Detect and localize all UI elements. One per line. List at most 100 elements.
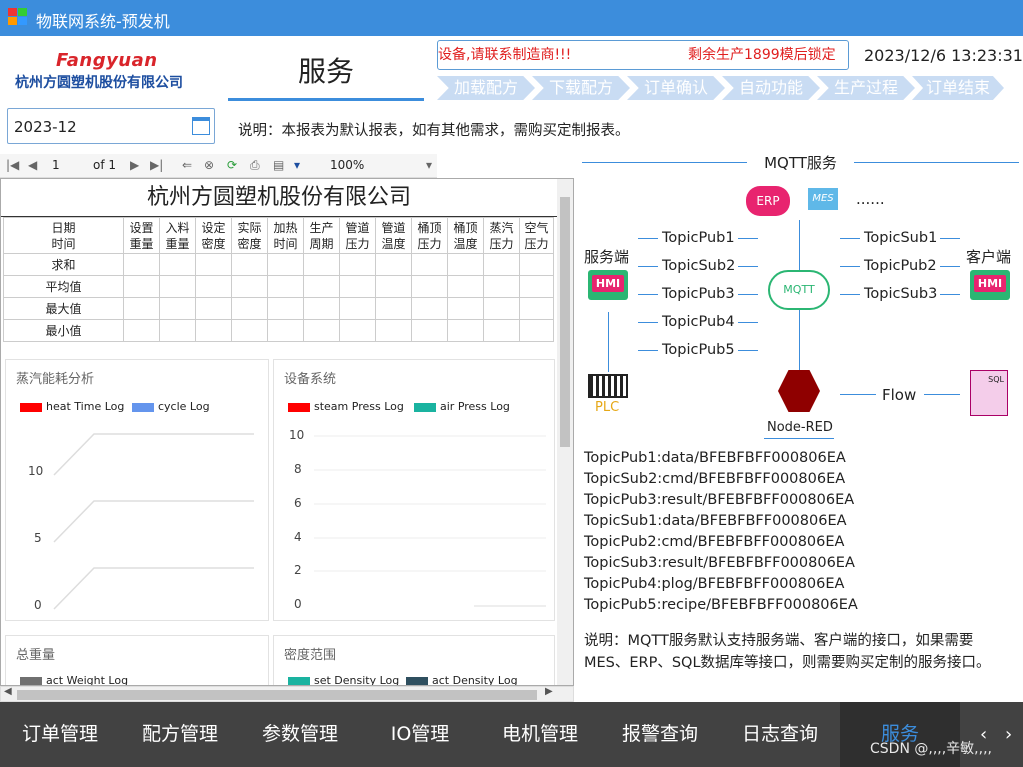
connector-line [638, 294, 658, 295]
step-auto-function[interactable]: 自动功能 [722, 76, 820, 100]
step-order-confirm[interactable]: 订单确认 [627, 76, 725, 100]
connector-line [940, 294, 960, 295]
step-production[interactable]: 生产过程 [817, 76, 915, 100]
report-description: 说明：本报表为默认报表，如有其他需求，需购买定制报表。 [238, 123, 630, 139]
first-page-icon[interactable]: |◀ [6, 158, 19, 172]
connector-line [738, 294, 758, 295]
connector-line [764, 438, 834, 439]
connector-line [738, 350, 758, 351]
print-icon[interactable]: ⎙ [250, 158, 260, 173]
topic-info-line: TopicPub5:recipe/BFEBFBFF000806EA [584, 597, 858, 613]
chart-title: 密度范围 [284, 648, 337, 663]
nav-alarm-query[interactable]: 报警查询 [600, 702, 720, 767]
logo-en: Fangyuan [56, 50, 158, 71]
connector-line [638, 322, 658, 323]
mqtt-note: 说明：MQTT服务默认支持服务端、客户端的接口，如果需要MES、ERP、SQL数… [584, 633, 991, 671]
left-topic: TopicPub4 [662, 314, 735, 330]
nav-io-management[interactable]: IO管理 [360, 702, 480, 767]
scroll-thumb[interactable] [17, 690, 537, 700]
nav-recipe-management[interactable]: 配方管理 [120, 702, 240, 767]
scroll-right-icon[interactable]: ▶ [545, 686, 553, 697]
connector-line [638, 266, 658, 267]
month-picker[interactable]: 2023-12 [7, 108, 215, 144]
calendar-icon[interactable] [192, 117, 210, 135]
report-vertical-scrollbar[interactable] [557, 179, 573, 685]
col-cycle: 生产 周期 [303, 217, 340, 254]
step-download-recipe[interactable]: 下载配方 [532, 76, 630, 100]
nav-parameter-management[interactable]: 参数管理 [240, 702, 360, 767]
chart-density-range: 密度范围 set Density Log act Density Log [273, 635, 555, 685]
scroll-left-icon[interactable]: ◀ [4, 686, 12, 697]
col-pipe-press: 管道 压力 [339, 217, 376, 254]
col-act-density: 实际 密度 [231, 217, 268, 254]
export-icon[interactable]: ▾ [294, 158, 300, 172]
flow-label: Flow [882, 386, 917, 404]
stop-icon[interactable]: ⊗ [204, 158, 214, 172]
header: Fangyuan 杭州方圆塑机股份有限公司 服务 设备,请联系制造商!!! 剩余… [0, 36, 1023, 102]
plc-icon [588, 374, 628, 398]
nav-log-query[interactable]: 日志查询 [720, 702, 840, 767]
left-topic: TopicPub1 [662, 230, 735, 246]
alert-marquee: 设备,请联系制造商!!! 剩余生产1899模后锁定 [437, 40, 849, 70]
prev-page-icon[interactable]: ◀ [28, 158, 37, 172]
legend-item: act Weight Log [20, 674, 128, 685]
col-set-density: 设定 密度 [195, 217, 232, 254]
connector-line [608, 312, 609, 372]
left-topic: TopicPub3 [662, 286, 735, 302]
refresh-icon[interactable]: ⟳ [227, 158, 237, 172]
col-heat-time: 加热 时间 [267, 217, 304, 254]
topic-info-line: TopicPub2:cmd/BFEBFBFF000806EA [584, 534, 845, 550]
topic-info-line: TopicPub4:plog/BFEBFBFF000806EA [584, 576, 845, 592]
page-number[interactable]: 1 [52, 158, 60, 172]
connector-line [840, 238, 860, 239]
nav-next-icon[interactable]: › [1005, 724, 1012, 745]
last-page-icon[interactable]: ▶| [150, 158, 163, 172]
title-underline [228, 98, 424, 101]
right-topic: TopicSub1 [864, 230, 938, 246]
right-topic: TopicPub2 [864, 258, 937, 274]
connector-line [738, 238, 758, 239]
summary-table: 日期 时间 设置 重量 入料 重量 设定 密度 实际 密度 加热 时间 生产 周期 管道 压力 … [3, 217, 554, 342]
back-icon[interactable]: ⇐ [182, 158, 192, 172]
chart-equipment-system: 设备系统 steam Press Log air Press Log 10 8 … [273, 359, 555, 621]
connector-line [638, 350, 658, 351]
right-topic: TopicSub3 [864, 286, 938, 302]
col-top-temp: 桶顶 温度 [447, 217, 484, 254]
erp-icon: ERP [746, 186, 790, 216]
topic-info-line: TopicPub3:result/BFEBFBFF000806EA [584, 492, 855, 508]
nav-motor-management[interactable]: 电机管理 [480, 702, 600, 767]
connector-line [738, 266, 758, 267]
col-feed-weight: 入料 重量 [159, 217, 196, 254]
connector-line [940, 266, 960, 267]
hmi-client-icon: HMI [970, 270, 1010, 300]
connector-line [799, 220, 800, 270]
server-label: 服务端 [584, 248, 630, 266]
topic-info-line: TopicSub3:result/BFEBFBFF000806EA [584, 555, 855, 571]
step-order-end[interactable]: 订单结束 [912, 76, 1004, 100]
connector-line [799, 310, 800, 370]
month-value: 2023-12 [14, 118, 77, 136]
report-toolbar: |◀ ◀ 1 of 1 ▶ ▶| ⇐ ⊗ ⟳ ⎙ ▤ ▾ 100% ▾ [0, 154, 437, 178]
zoom-select[interactable]: 100% [330, 158, 364, 172]
zoom-dropdown-icon[interactable]: ▾ [426, 158, 432, 172]
connector-line [840, 294, 860, 295]
topic-info-line: TopicSub2:cmd/BFEBFBFF000806EA [584, 471, 846, 487]
marquee-right: 剩余生产1899模后锁定 [688, 47, 836, 63]
legend-item: set Density Log [288, 674, 399, 685]
chart-plot [53, 433, 254, 610]
connector-line [638, 238, 658, 239]
report-viewer: 杭州方圆塑机股份有限公司 日期 时间 设置 重量 入料 重量 设定 密度 实际 密度 加热… [0, 178, 574, 686]
mes-icon: MES [808, 188, 838, 210]
mqtt-broker-icon: MQTT [768, 270, 830, 310]
report-horizontal-scrollbar[interactable]: ◀ ▶ [0, 686, 574, 702]
datetime: 2023/12/6 13:23:31 [864, 46, 1023, 65]
chart-title: 总重量 [16, 648, 56, 663]
scroll-thumb[interactable] [560, 197, 570, 447]
next-page-icon[interactable]: ▶ [130, 158, 139, 172]
step-load-recipe[interactable]: 加载配方 [437, 76, 535, 100]
connector-line [940, 238, 960, 239]
nav-order-management[interactable]: 订单管理 [0, 702, 120, 767]
page-setup-icon[interactable]: ▤ [273, 158, 284, 172]
table-header-row: 日期 时间 设置 重量 入料 重量 设定 密度 实际 密度 加热 时间 生产 周期 管道 压力 … [3, 217, 554, 254]
left-topic: TopicSub2 [662, 258, 736, 274]
